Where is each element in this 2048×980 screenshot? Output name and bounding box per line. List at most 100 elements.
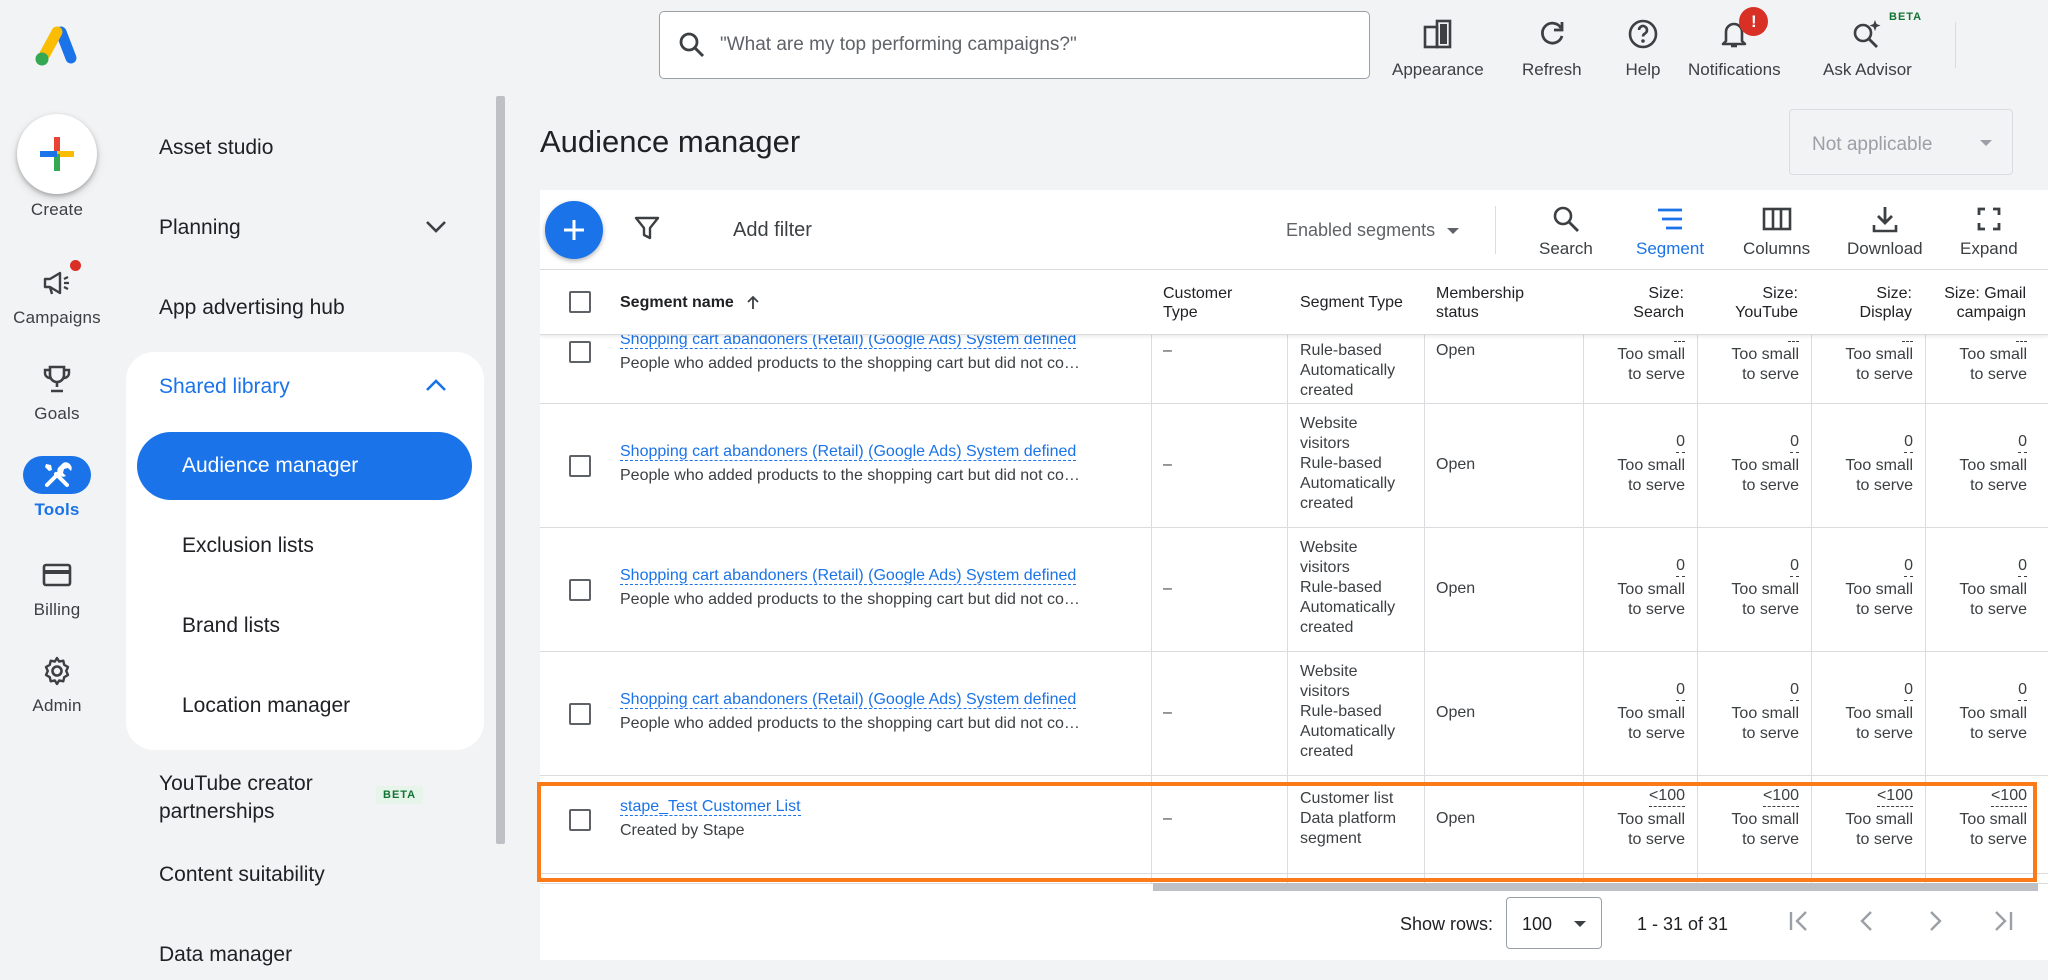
size-note: to serve [1742,831,1799,848]
size-value[interactable]: <100 [1762,786,1799,807]
segment-type-line: Automatically [1300,599,1396,616]
segment-name-link[interactable]: Shopping cart abandoners (Retail) (Googl… [620,691,1077,709]
col-customer-type[interactable]: Customer Type [1163,270,1283,335]
table-row[interactable]: Shopping cart abandoners (Retail) (Googl… [540,528,2048,652]
nav-asset-studio[interactable]: Asset studio [159,136,273,160]
row-checkbox[interactable] [569,455,591,477]
select-all-checkbox[interactable] [569,291,591,313]
segment-name-link[interactable]: Shopping cart abandoners (Retail) (Googl… [620,443,1077,461]
col-segment-name[interactable]: Segment name [620,270,920,335]
previous-page-icon[interactable] [1852,906,1882,936]
row-checkbox[interactable] [569,579,591,601]
row-checkbox[interactable] [569,809,591,831]
google-ads-logo[interactable] [33,24,79,68]
nav-youtube-creator-line1: YouTube creator [159,772,313,795]
size-value[interactable]: <100 [1876,786,1913,807]
create-button[interactable]: Create [0,114,114,220]
columns-button[interactable]: Columns [1743,202,1810,259]
notifications-label: Notifications [1688,60,1781,79]
nav-planning[interactable]: Planning [159,216,241,240]
nav-youtube-creator-partnerships[interactable]: YouTube creator partnerships [159,770,313,826]
nav-data-manager[interactable]: Data manager [159,943,292,967]
nav-shared-library[interactable]: Shared library [159,375,290,399]
nav-app-advertising-hub[interactable]: App advertising hub [159,296,345,320]
rail-billing[interactable]: Billing [0,556,114,620]
search-bar[interactable] [659,11,1370,79]
size-value[interactable]: 0 [2018,432,2027,453]
size-value[interactable]: 0 [1676,680,1685,701]
size-value[interactable]: 0 [1790,680,1799,701]
size-value[interactable]: <100 [1648,786,1685,807]
size-value[interactable]: 0 [1904,556,1913,577]
nav-audience-manager[interactable]: Audience manager [137,432,472,500]
size-note: Too small [1959,811,2027,828]
table-row[interactable]: Shopping cart abandoners (Retail) (Googl… [540,652,2048,776]
rail-goals[interactable]: Goals [0,360,114,424]
refresh-button[interactable]: Refresh [1522,14,1582,80]
size-value[interactable]: 0 [1904,680,1913,701]
segment-status-dropdown[interactable]: Enabled segments [1286,220,1460,241]
table-search-button[interactable]: Search [1539,202,1593,259]
table-row-highlighted[interactable]: stape_Test Customer List Created by Stap… [540,776,2048,874]
size-value[interactable]: 0 [2018,680,2027,701]
search-input[interactable] [720,34,1320,56]
col-size-youtube[interactable]: Size: YouTube [1698,270,1798,335]
nav-exclusion-lists[interactable]: Exclusion lists [182,534,314,558]
chevron-up-icon[interactable] [424,377,448,393]
col-size-gmail[interactable]: Size: Gmail campaign [1926,270,2026,335]
customer-type-cell: – [1163,456,1172,473]
add-filter-button[interactable]: Add filter [733,219,812,242]
table-row[interactable]: Shopping cart abandoners (Retail) (Googl… [540,322,2048,404]
rail-campaigns[interactable]: Campaigns [0,260,114,328]
next-page-icon[interactable] [1920,906,1950,936]
advisor-beta-label: BETA [1889,11,1923,23]
rows-per-page-value: 100 [1522,914,1553,934]
help-button[interactable]: Help [1623,14,1663,80]
size-value[interactable]: 0 [1676,556,1685,577]
row-checkbox[interactable] [569,703,591,725]
size-value[interactable]: 0 [1790,432,1799,453]
size-value[interactable]: 0 [1904,432,1913,453]
size-value[interactable]: 0 [1676,432,1685,453]
size-value[interactable]: 0 [1790,556,1799,577]
chevron-down-icon[interactable] [424,218,448,234]
nav-location-manager[interactable]: Location manager [182,694,350,718]
ask-advisor-button[interactable]: Ask Advisor [1823,14,1912,80]
size-value[interactable]: 0 [2018,556,2027,577]
table-row[interactable]: Shopping cart abandoners (Retail) (Googl… [540,404,2048,528]
last-page-icon[interactable] [1988,906,2018,936]
size-value[interactable]: <100 [1990,786,2027,807]
segment-name-link[interactable]: Shopping cart abandoners (Retail) (Googl… [620,567,1077,585]
row-checkbox[interactable] [569,341,591,363]
col-size-display[interactable]: Size: Display [1812,270,1912,335]
col-size-search[interactable]: Size: Search [1584,270,1684,335]
nav-content-suitability[interactable]: Content suitability [159,863,325,887]
first-page-icon[interactable] [1784,906,1814,936]
segment-name-link[interactable]: stape_Test Customer List [620,798,801,816]
size-note: Too small [1845,457,1913,474]
segment-status-value: Enabled segments [1286,220,1436,240]
create-label: Create [30,200,84,219]
rows-per-page-select[interactable]: 100 [1506,897,1602,949]
nav-brand-lists[interactable]: Brand lists [182,614,280,638]
rail-admin[interactable]: Admin [0,652,114,716]
dropdown-arrow-icon [1447,227,1460,234]
size-youtube-cell: <100 Too small to serve [1698,786,1799,850]
add-segment-button[interactable] [545,201,603,259]
membership-status-cell: Open [1436,342,1476,359]
col-membership-line1: Membership [1436,284,1525,302]
segment-type-line: created [1300,382,1354,399]
account-select[interactable]: Not applicable [1789,109,2013,175]
segment-type-cell: Website visitors Rule-based Automaticall… [1300,538,1395,638]
table-horizontal-scrollbar[interactable] [1153,883,2038,891]
expand-button[interactable]: Expand [1960,202,2018,259]
filter-icon[interactable] [633,214,661,242]
nav-scrollbar[interactable] [496,96,505,844]
segment-view-button[interactable]: Segment [1636,202,1704,259]
rail-tools[interactable]: Tools [0,456,114,520]
notifications-button[interactable]: ! Notifications [1688,7,1781,80]
download-button[interactable]: Download [1847,202,1923,259]
col-segment-type[interactable]: Segment Type [1300,270,1420,335]
col-membership-status[interactable]: Membership status [1436,270,1576,335]
appearance-button[interactable]: Appearance [1392,14,1484,80]
